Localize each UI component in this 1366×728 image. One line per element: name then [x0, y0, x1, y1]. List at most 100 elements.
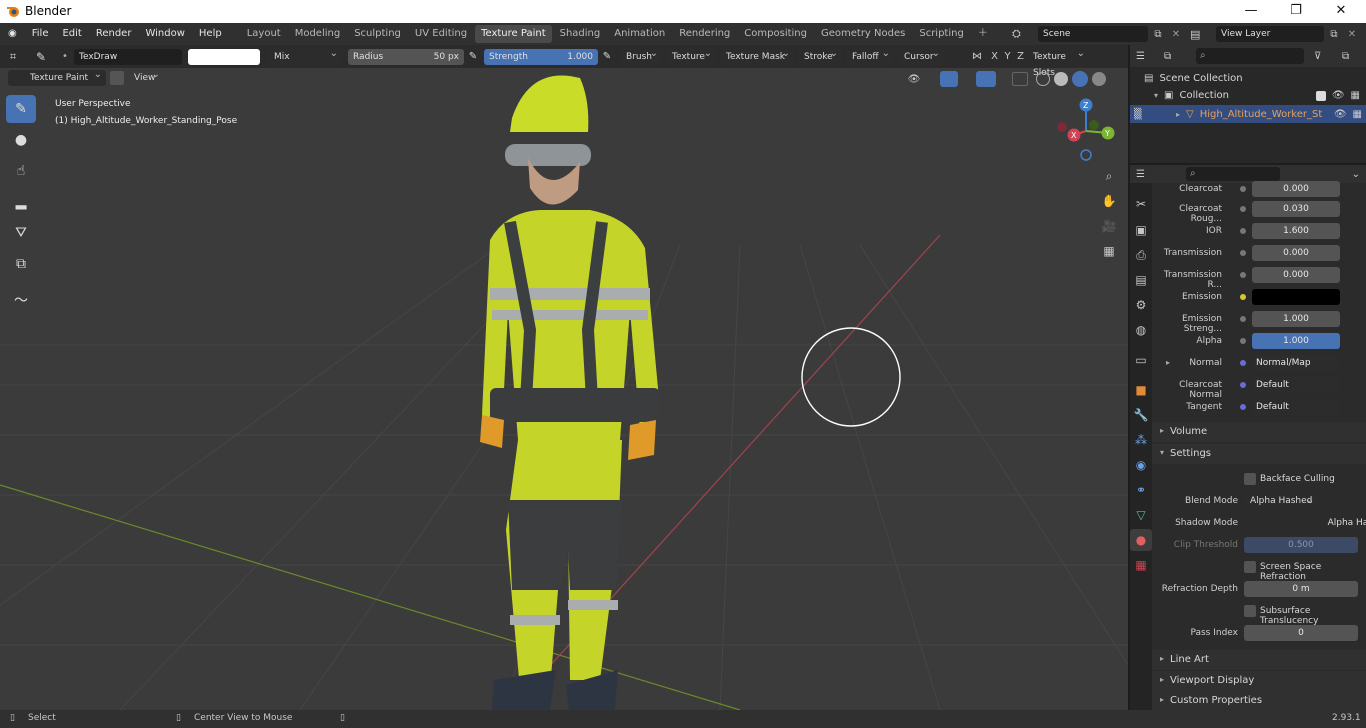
view-layer-field[interactable]: View Layer: [1216, 26, 1324, 42]
blend-mode-select[interactable]: Alpha Hashed: [1244, 496, 1319, 506]
object-render-icon[interactable]: ▦: [1353, 109, 1362, 120]
radius-slider[interactable]: Radius 50 px: [348, 48, 464, 65]
editor-type-icon[interactable]: ⌗: [0, 47, 26, 67]
volume-section[interactable]: ▸ Volume: [1152, 422, 1366, 442]
tab-sculpting[interactable]: Sculpting: [348, 25, 407, 43]
custom-properties-section[interactable]: ▸ Custom Properties: [1152, 691, 1366, 710]
grid-view-icon[interactable]: ▦: [1098, 240, 1120, 262]
collection-tab-icon[interactable]: ▭: [1130, 349, 1152, 371]
constraints-tab-icon[interactable]: ⚭: [1130, 479, 1152, 501]
close-button[interactable]: ✕: [1318, 0, 1364, 23]
material-tab-icon[interactable]: ●: [1130, 529, 1152, 551]
properties-search-input[interactable]: ⌕: [1186, 167, 1280, 181]
overlay-toggle-icon[interactable]: [976, 71, 996, 87]
physics-tab-icon[interactable]: ◉: [1130, 454, 1152, 476]
display-mode-icon[interactable]: ⧉: [1164, 51, 1190, 62]
camera-icon[interactable]: 🎥: [1098, 215, 1120, 237]
pass-index-field[interactable]: 0: [1244, 625, 1358, 641]
prop-value[interactable]: 0.000: [1252, 245, 1340, 261]
outliner-editor-icon[interactable]: ☰: [1136, 51, 1158, 62]
properties-options-icon[interactable]: ⌄: [1352, 169, 1360, 180]
new-collection-icon[interactable]: ⧉: [1342, 51, 1358, 62]
prop-value[interactable]: Default: [1252, 377, 1340, 393]
tab-rendering[interactable]: Rendering: [673, 25, 736, 43]
symmetry-icon[interactable]: ⋈: [966, 51, 988, 62]
pan-icon[interactable]: ✋: [1098, 190, 1120, 212]
menu-render[interactable]: Render: [89, 23, 139, 45]
line-art-section[interactable]: ▸ Line Art: [1152, 650, 1366, 670]
prop-value[interactable]: 0.000: [1252, 267, 1340, 283]
texture-paint-mode-icon[interactable]: ▒: [1134, 109, 1170, 120]
minimize-button[interactable]: —: [1228, 0, 1274, 23]
mirror-z-toggle[interactable]: Z: [1014, 51, 1027, 62]
new-view-layer-icon[interactable]: ⧉: [1324, 29, 1344, 40]
object-row[interactable]: ▒ ▸ ▽ High_Altitude_Worker_St 👁 ▦: [1130, 105, 1366, 123]
gizmo-toggle-icon[interactable]: [940, 71, 958, 87]
navigation-gizmo[interactable]: Z Y X: [1052, 97, 1120, 165]
tab-modeling[interactable]: Modeling: [289, 25, 347, 43]
socket-icon[interactable]: [1240, 206, 1246, 212]
refraction-depth-field[interactable]: 0 m: [1244, 581, 1358, 597]
vector-socket-icon[interactable]: [1240, 404, 1246, 410]
collection-checkbox[interactable]: [1315, 90, 1326, 101]
blend-mode-dropdown[interactable]: Mix: [268, 46, 342, 65]
scene-field[interactable]: Scene: [1038, 26, 1148, 42]
mirror-x-toggle[interactable]: X: [988, 51, 1001, 62]
clone-tool-icon[interactable]: ▂: [6, 188, 36, 216]
stroke-menu[interactable]: Stroke: [798, 46, 842, 65]
brush-icon[interactable]: ✎: [26, 47, 56, 67]
data-tab-icon[interactable]: ▽: [1130, 504, 1152, 526]
menu-edit[interactable]: Edit: [55, 23, 88, 45]
tab-compositing[interactable]: Compositing: [738, 25, 813, 43]
output-tab-icon[interactable]: ⎙: [1130, 244, 1152, 266]
rendered-shading-icon[interactable]: [1092, 72, 1106, 86]
object-tab-icon[interactable]: ■: [1130, 379, 1152, 401]
soften-tool-icon[interactable]: ●: [6, 126, 36, 154]
collection-expand-icon[interactable]: ▾: [1154, 91, 1158, 100]
socket-icon[interactable]: [1240, 316, 1246, 322]
socket-icon[interactable]: [1240, 186, 1246, 192]
backface-culling-checkbox[interactable]: [1244, 473, 1256, 485]
settings-section[interactable]: ▾ Settings: [1152, 444, 1366, 464]
normal-expand-icon[interactable]: ▸: [1166, 358, 1170, 367]
brush-menu[interactable]: Brush: [620, 46, 662, 65]
prop-value[interactable]: Normal/Map: [1252, 355, 1340, 371]
tab-scripting[interactable]: Scripting: [913, 25, 969, 43]
properties-editor-icon[interactable]: ☰: [1136, 169, 1180, 180]
radius-pressure-icon[interactable]: ✎: [464, 51, 482, 62]
viewport-3d[interactable]: ⌗ ✎ • TexDraw Mix Radius 50 px ✎ Strengt…: [0, 45, 1128, 710]
tab-geometry-nodes[interactable]: Geometry Nodes: [815, 25, 911, 43]
view-layer-tab-icon[interactable]: ▤: [1130, 269, 1152, 291]
view-menu[interactable]: View: [128, 67, 164, 86]
texture-mask-menu[interactable]: Texture Mask: [720, 46, 794, 65]
viewport-display-section[interactable]: ▸ Viewport Display: [1152, 671, 1366, 691]
brush-color-swatch[interactable]: [188, 48, 260, 65]
modifier-tab-icon[interactable]: 🔧: [1130, 404, 1152, 426]
socket-icon[interactable]: [1240, 272, 1246, 278]
smear-tool-icon[interactable]: ☝: [6, 157, 36, 185]
fill-tool-icon[interactable]: ⛛: [6, 219, 36, 247]
new-scene-icon[interactable]: ⧉: [1148, 29, 1168, 40]
prop-value[interactable]: 1.000: [1252, 333, 1340, 349]
collection-visibility-icon[interactable]: 👁: [1332, 90, 1345, 101]
texture-menu[interactable]: Texture: [666, 46, 716, 65]
scene-collection-row[interactable]: ▤ Scene Collection: [1144, 73, 1243, 84]
object-visibility-icon[interactable]: 👁: [1334, 109, 1347, 120]
material-shading-icon[interactable]: [1072, 71, 1088, 87]
zoom-icon[interactable]: ⌕: [1098, 165, 1120, 187]
shadow-mode-select[interactable]: Alpha Hashed: [1321, 518, 1366, 528]
socket-icon[interactable]: [1240, 228, 1246, 234]
collection-render-icon[interactable]: ▦: [1351, 90, 1360, 101]
texture-slots-menu[interactable]: Texture Slots: [1031, 46, 1089, 78]
object-expand-icon[interactable]: ▸: [1176, 110, 1180, 119]
prop-value[interactable]: 1.600: [1252, 223, 1340, 239]
filter-icon[interactable]: ⊽: [1314, 51, 1336, 62]
visibility-icon[interactable]: 👁: [904, 74, 924, 85]
strength-slider[interactable]: Strength 1.000: [484, 48, 598, 65]
annotate-tool-icon[interactable]: 〜: [6, 286, 36, 314]
mirror-y-toggle[interactable]: Y: [1001, 51, 1014, 62]
brush-pin-icon[interactable]: •: [56, 51, 74, 62]
prop-value[interactable]: 1.000: [1252, 311, 1340, 327]
ssr-checkbox[interactable]: [1244, 561, 1256, 573]
world-tab-icon[interactable]: ◍: [1130, 319, 1152, 341]
